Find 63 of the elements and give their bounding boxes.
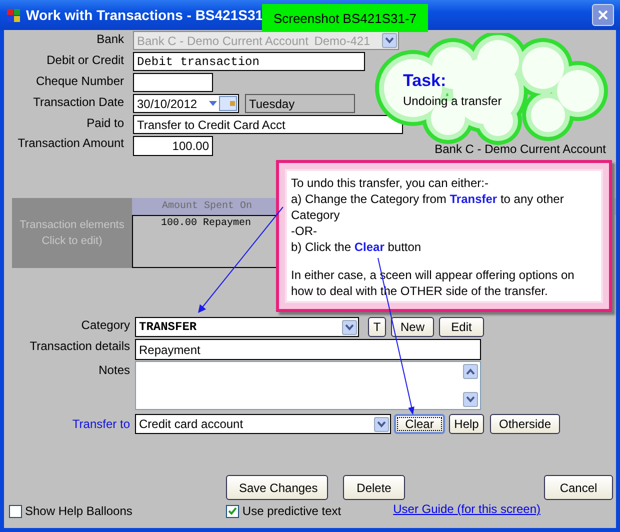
paid-to-field[interactable]: Transfer to Credit Card Acct — [133, 115, 403, 134]
action-button[interactable]: Save Changes — [226, 475, 328, 500]
action-button[interactable]: Cancel — [544, 475, 613, 500]
checkbox-label: Show Help Balloons — [25, 504, 132, 518]
chevron-down-icon — [384, 36, 395, 45]
field-label: Transaction Date — [32, 94, 125, 109]
app-icon — [6, 7, 22, 23]
form-button[interactable]: New — [391, 317, 434, 337]
chevron-down-icon — [344, 322, 355, 332]
field-label: Debit or Credit — [46, 52, 125, 67]
date-field[interactable]: 30/10/2012 — [133, 94, 239, 113]
checkbox[interactable] — [9, 504, 22, 518]
form-button[interactable]: Edit — [439, 317, 484, 337]
callout-text: To undo this transfer, you can either:- — [291, 175, 490, 191]
field-label: Category — [80, 317, 131, 332]
chevron-up-icon — [465, 367, 476, 376]
close-button[interactable] — [592, 4, 614, 26]
debit-credit-field[interactable]: Debit transaction — [133, 52, 365, 71]
form-button[interactable]: Help — [449, 414, 484, 434]
task-title: Task: — [403, 71, 446, 91]
form-button[interactable]: Otherside — [490, 414, 560, 434]
dropdown-arrow-icon — [209, 101, 217, 106]
field-label: Notes — [98, 362, 131, 377]
field-label: Bank — [96, 31, 125, 46]
dropdown-button[interactable] — [374, 416, 389, 432]
panel-text: Click to edit) — [40, 234, 104, 249]
check-icon — [228, 507, 238, 515]
field-label: Transaction Amount — [16, 136, 125, 150]
amount-field[interactable]: 100.00 — [133, 136, 213, 156]
column-header: Amount Spent On — [162, 201, 252, 212]
details-field[interactable]: Repayment — [135, 339, 481, 360]
field-label: Transfer to — [71, 416, 131, 431]
category-select[interactable]: TRANSFER — [135, 317, 359, 337]
task-text: Undoing a transfer — [403, 94, 502, 108]
callout-text: -OR- — [291, 223, 318, 239]
field-label: Paid to — [86, 115, 125, 130]
bank-select: Bank C - Demo Current Account Demo-421 — [133, 31, 399, 50]
field-label: Cheque Number — [34, 73, 125, 88]
field-label: Transaction details — [28, 339, 131, 353]
checkbox-label: Use predictive text — [242, 504, 342, 518]
form-button[interactable]: T — [368, 317, 386, 337]
scroll-down-button[interactable] — [463, 392, 478, 407]
callout-text: b) Click the Clear button — [291, 239, 422, 255]
callout-text: a) Change the Category from Transfer to any other Category — [291, 191, 565, 223]
scroll-up-button[interactable] — [463, 364, 478, 379]
screenshot-badge: Screenshot BS421S31-7 — [262, 4, 428, 32]
chevron-down-icon — [465, 395, 476, 404]
input-field[interactable] — [133, 73, 213, 92]
checkbox[interactable] — [226, 504, 240, 518]
panel-text: Transaction elements — [18, 218, 126, 233]
chevron-down-icon — [376, 420, 387, 428]
dropdown-button[interactable] — [342, 320, 357, 334]
calendar-icon[interactable] — [219, 96, 237, 111]
notes-field[interactable] — [135, 361, 481, 410]
user-guide-link[interactable]: User Guide (for this screen) — [393, 502, 541, 516]
account-select[interactable]: Credit card account — [135, 414, 391, 434]
action-button[interactable]: Delete — [343, 475, 405, 500]
account-label: Bank C - Demo Current Account — [434, 142, 606, 156]
weekday-field: Tuesday — [245, 94, 355, 113]
close-icon — [597, 9, 609, 21]
table-row[interactable]: 100.00 Repaymen — [161, 218, 252, 229]
form-button[interactable]: Clear — [394, 414, 445, 434]
window-title: Work with Transactions - BS421S31 — [26, 7, 264, 23]
